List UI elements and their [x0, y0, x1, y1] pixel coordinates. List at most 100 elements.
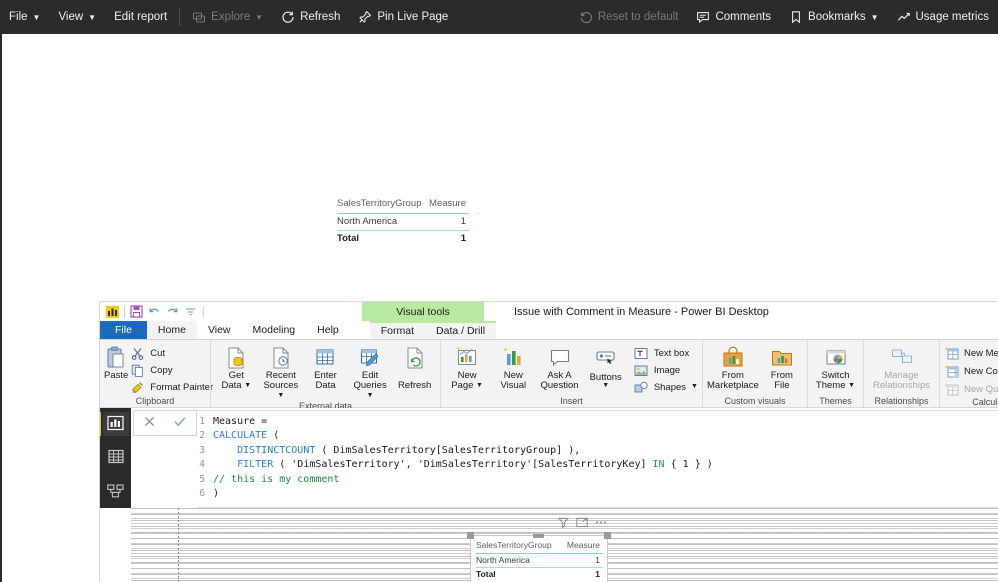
service-table-visual[interactable]: SalesTerritoryGroup Measure North Americ… — [337, 196, 469, 247]
resize-handle-top-left[interactable] — [467, 532, 474, 539]
ribbon-group-label-insert: Insert — [560, 396, 583, 406]
cut-icon — [130, 347, 145, 361]
edit-queries-button[interactable]: Edit Queries ▼ — [349, 344, 392, 401]
new-page-icon — [455, 345, 479, 371]
buttons-button[interactable]: Buttons ▼ — [584, 344, 628, 390]
tab-format[interactable]: Format — [369, 321, 426, 339]
comments-button[interactable]: Comments — [687, 0, 780, 34]
column-header-salesterritorygroup[interactable]: SalesTerritoryGroup — [476, 539, 564, 554]
save-icon[interactable] — [130, 305, 144, 318]
cancel-icon[interactable] — [143, 415, 156, 431]
image-button[interactable]: Image — [634, 363, 698, 378]
tab-home[interactable]: Home — [146, 321, 197, 339]
from-file-icon — [770, 345, 794, 371]
pin-live-page-button[interactable]: Pin Live Page — [349, 0, 457, 34]
paste-button[interactable]: Paste — [104, 344, 128, 381]
code-text: ( — [267, 430, 280, 442]
tab-help[interactable]: Help — [306, 321, 350, 339]
code-text: ( DimSalesTerritory[SalesTerritoryGroup]… — [315, 444, 581, 456]
report-view-icon — [107, 415, 124, 434]
undo-icon[interactable] — [148, 305, 162, 318]
cut-label: Cut — [150, 348, 166, 359]
reset-to-default-button[interactable]: Reset to default — [570, 0, 688, 34]
enter-data-button[interactable]: Enter Data — [304, 344, 347, 391]
from-marketplace-icon — [721, 345, 745, 371]
sidebar-item-model-view[interactable] — [103, 480, 129, 504]
get-data-label: Data ▼ — [221, 379, 252, 391]
tab-modeling[interactable]: Modeling — [242, 321, 307, 339]
reset-to-default-label: Reset to default — [597, 11, 679, 23]
cut-button[interactable]: Cut — [130, 346, 213, 361]
ribbon-group-custom-visuals: From Marketplace From File Custom visual… — [702, 340, 807, 407]
usage-metrics-button[interactable]: Usage metrics — [888, 0, 998, 34]
new-measure-button[interactable]: New Measure — [944, 346, 998, 361]
service-bar-left-group: File ▼ View ▼ Edit report Explore ▼ Refr… — [0, 0, 457, 34]
ask-a-question-button[interactable]: Ask A Question — [537, 344, 581, 391]
new-column-button[interactable]: New Column — [944, 364, 998, 379]
format-painter-button[interactable]: Format Painter — [130, 380, 213, 395]
customize-qat-icon[interactable] — [184, 305, 198, 318]
table-total-row: Total 1 — [337, 231, 469, 248]
quick-access-toolbar: | | Visual tools Issue with Comment in M… — [100, 302, 998, 321]
cell-total-value: 1 — [460, 233, 466, 244]
line-number: 4 — [199, 459, 205, 471]
column-header-salesterritorygroup[interactable]: SalesTerritoryGroup — [337, 196, 428, 214]
ribbon-group-label-relationships: Relationships — [874, 395, 929, 406]
get-data-button[interactable]: Get Data ▼ — [215, 344, 258, 391]
new-quick-measure-button[interactable]: New Quick Measure — [944, 382, 998, 397]
service-file-menu[interactable]: File ▼ — [0, 0, 49, 34]
chevron-down-icon: ▼ — [255, 13, 264, 22]
buttons-icon — [594, 345, 618, 371]
focus-mode-icon[interactable] — [576, 516, 588, 528]
manage-relationships-button[interactable]: Manage Relationships — [868, 344, 935, 391]
new-page-button[interactable]: New Page ▼ — [445, 344, 489, 391]
explore-menu[interactable]: Explore ▼ — [183, 0, 272, 34]
sidebar-item-data-view[interactable] — [103, 446, 129, 470]
filter-icon[interactable] — [557, 516, 569, 528]
code-text: IN — [652, 459, 665, 471]
visual-table-body: SalesTerritoryGroup Measure North Americ… — [471, 536, 607, 581]
dax-formula-editor[interactable]: 1 Measure = 2 CALCULATE ( 3 DISTINCTCOUN… — [197, 410, 998, 508]
column-header-measure[interactable]: Measure — [563, 539, 603, 554]
formula-bar-area: 1 Measure = 2 CALCULATE ( 3 DISTINCTCOUN… — [100, 408, 998, 508]
code-line: 3 DISTINCTCOUNT ( DimSalesTerritory[Sale… — [197, 443, 998, 458]
report-canvas[interactable]: SalesTerritoryGroup Measure North Americ… — [131, 508, 998, 582]
manage-relationships-label: Relationships — [872, 379, 931, 391]
refresh-button[interactable]: Refresh — [272, 0, 349, 34]
from-file-button[interactable]: From File — [761, 344, 803, 391]
refresh-data-label: Refresh — [398, 380, 432, 391]
recent-sources-button[interactable]: Recent Sources ▼ — [260, 344, 303, 401]
column-header-measure[interactable]: Measure — [427, 196, 469, 214]
resize-handle-top-center[interactable] — [533, 534, 544, 538]
text-box-button[interactable]: Text box — [634, 346, 698, 361]
more-options-icon[interactable] — [595, 516, 607, 528]
visual-header — [539, 514, 607, 530]
bookmarks-menu[interactable]: Bookmarks ▼ — [780, 0, 887, 34]
code-line: 2 CALCULATE ( — [197, 429, 998, 444]
shapes-button[interactable]: Shapes ▼ — [634, 380, 698, 395]
service-view-menu[interactable]: View ▼ — [49, 0, 105, 34]
tab-view[interactable]: View — [197, 321, 242, 339]
cell-total-label: Total — [476, 569, 496, 579]
insert-small-buttons: Text box Image Shapes ▼ — [634, 344, 698, 395]
table-row[interactable]: North America 1 — [337, 213, 469, 231]
tab-data-drill[interactable]: Data / Drill — [425, 321, 497, 339]
resize-handle-top-right[interactable] — [604, 532, 611, 539]
from-marketplace-button[interactable]: From Marketplace — [707, 344, 759, 391]
refresh-data-button[interactable]: Refresh — [393, 344, 436, 391]
copy-button[interactable]: Copy — [130, 363, 213, 378]
edit-report-button[interactable]: Edit report — [105, 0, 176, 34]
redo-icon[interactable] — [166, 305, 180, 318]
new-visual-button[interactable]: New Visual — [491, 344, 535, 391]
window-title: Issue with Comment in Measure - Power BI… — [514, 302, 769, 321]
code-text: , — [405, 459, 418, 471]
sidebar-item-report-view[interactable] — [100, 412, 129, 436]
commit-icon[interactable] — [173, 415, 187, 431]
report-table-visual[interactable]: SalesTerritoryGroup Measure North Americ… — [467, 532, 611, 582]
switch-theme-button[interactable]: Switch Theme ▼ — [812, 344, 859, 391]
table-header-row: SalesTerritoryGroup Measure — [337, 196, 469, 214]
chevron-down-icon: ▼ — [32, 13, 41, 22]
table-row[interactable]: North America 1 — [476, 553, 603, 568]
view-switcher-nav — [100, 408, 131, 508]
tab-file[interactable]: File — [100, 321, 147, 339]
